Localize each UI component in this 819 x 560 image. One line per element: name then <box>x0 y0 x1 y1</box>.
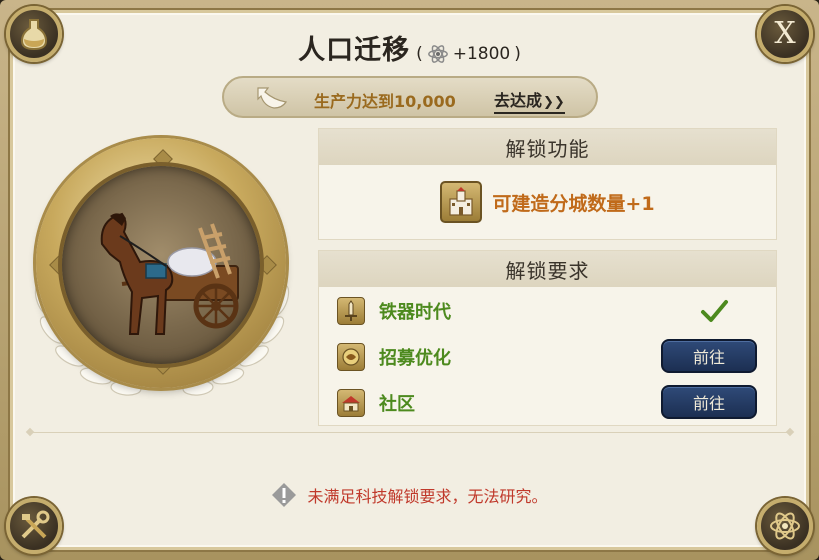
requirement-row: 铁器时代 <box>337 293 757 329</box>
section-header: 解锁功能 <box>319 129 776 165</box>
unlock-function-section: 解锁功能 可建造分城数量+1 <box>318 128 777 240</box>
requirement-row: 招募优化 前往 <box>337 339 757 375</box>
requirement-label: 社区 <box>379 394 415 415</box>
goto-achieve-label: 去达成 <box>494 91 543 110</box>
unlock-function-item: 可建造分城数量+1 <box>319 165 776 239</box>
double-chevron-icon: ❯❯ <box>543 95 565 110</box>
recruit-icon <box>337 343 365 371</box>
requirement-label: 铁器时代 <box>379 302 451 323</box>
horse-cart-icon <box>100 212 239 335</box>
go-button[interactable]: 前往 <box>661 385 757 419</box>
bonus-close-paren: ) <box>514 44 521 64</box>
medallion-center <box>62 166 260 364</box>
tech-medallion <box>22 130 302 420</box>
tech-points-bonus: ( +1800 ) <box>416 43 521 65</box>
castle-icon <box>440 181 483 223</box>
bonus-value: +1800 <box>452 44 511 64</box>
go-button[interactable]: 前往 <box>661 339 757 373</box>
sword-icon <box>337 297 365 325</box>
divider <box>30 432 790 433</box>
checkmark-icon <box>701 300 728 322</box>
unlock-function-label: 可建造分城数量+1 <box>492 192 655 215</box>
tech-point-icon <box>427 45 448 63</box>
unlock-requirements-section: 解锁要求 铁器时代 招募优化 前往 社区 前往 <box>318 250 777 426</box>
title-row: 人口迁移 ( +1800 ) <box>0 28 819 67</box>
warning-icon <box>272 483 297 507</box>
warning-message: 未满足科技解锁要求，无法研究。 <box>0 482 819 508</box>
goto-achieve-link[interactable]: 去达成❯❯ <box>494 87 565 114</box>
upgrade-arrow-icon <box>257 87 288 109</box>
goal-text: 生产力达到10,000 <box>314 92 456 111</box>
page-title: 人口迁移 <box>298 35 411 66</box>
requirement-label: 招募优化 <box>379 348 451 369</box>
community-icon <box>337 389 365 417</box>
goal-banner: 生产力达到10,000 去达成❯❯ <box>222 76 598 118</box>
bonus-open-paren: ( <box>416 44 423 64</box>
requirement-row: 社区 前往 <box>337 385 757 421</box>
warning-text: 未满足科技解锁要求，无法研究。 <box>307 487 548 506</box>
section-header: 解锁要求 <box>319 251 776 287</box>
